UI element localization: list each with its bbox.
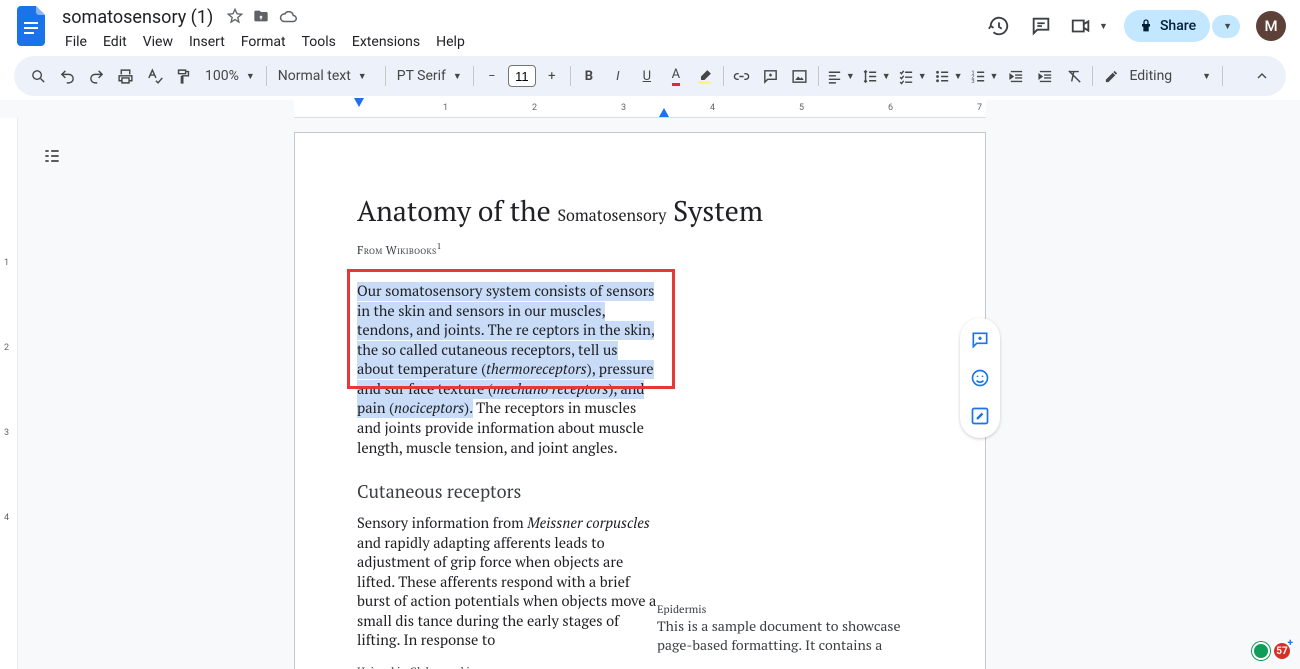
ruler-tick: 5	[799, 103, 804, 113]
italic-button[interactable]: I	[604, 62, 632, 90]
move-icon[interactable]	[253, 8, 269, 26]
page[interactable]: Anatomy of the Somatosensory System From…	[294, 132, 986, 669]
ruler-tick: 2	[532, 103, 537, 113]
menu-extensions[interactable]: Extensions	[345, 30, 427, 54]
right-indent-handle[interactable]	[659, 108, 669, 117]
numbered-list-button[interactable]: 123▼	[967, 62, 1002, 90]
increase-font-size-button[interactable]: +	[538, 62, 566, 90]
align-button[interactable]: ▼	[823, 62, 858, 90]
redo-icon[interactable]	[82, 62, 110, 90]
document-paragraph[interactable]: Sensory information from Meissner corpus…	[357, 514, 657, 651]
menu-file[interactable]: File	[58, 30, 94, 54]
add-comment-icon[interactable]	[966, 326, 994, 354]
print-icon[interactable]	[111, 62, 139, 90]
insert-comment-button[interactable]	[757, 62, 785, 90]
underline-button[interactable]: U	[633, 62, 661, 90]
title-text: Anatomy of the	[357, 193, 557, 230]
docs-logo-icon[interactable]	[14, 8, 50, 44]
share-dropdown[interactable]: ▼	[1212, 15, 1240, 38]
bulleted-list-button[interactable]: ▼	[931, 62, 966, 90]
document-paragraph[interactable]: Our somatosensory system consists of sen…	[357, 282, 657, 458]
share-label: Share	[1160, 18, 1196, 34]
document-column-2[interactable]: Epidermis This is a sample document to s…	[657, 603, 917, 655]
document-subheading[interactable]: Cutaneous receptors	[357, 480, 923, 504]
highlight-color-button[interactable]	[691, 62, 719, 90]
notification-badge: 57	[1272, 641, 1292, 661]
figure-caption[interactable]: Hairy skin Glabrous skin	[357, 665, 923, 669]
figure-caption: Epidermis	[657, 603, 917, 617]
history-icon[interactable]	[986, 13, 1012, 39]
meet-button[interactable]: ▼	[1070, 15, 1108, 37]
star-icon[interactable]	[227, 8, 243, 26]
decrease-font-size-button[interactable]: −	[478, 62, 506, 90]
menu-edit[interactable]: Edit	[96, 30, 134, 54]
share-button[interactable]: Share	[1124, 10, 1210, 42]
comments-icon[interactable]	[1028, 13, 1054, 39]
paragraph-text: This is a sample document to showcase pa…	[657, 617, 917, 655]
paragraph-style-dropdown[interactable]: Normal text▼	[271, 62, 381, 90]
document-title[interactable]: somatosensory (1)	[58, 7, 217, 28]
ruler-tick: 7	[977, 103, 982, 113]
paragraph-style-value: Normal text	[278, 68, 351, 84]
document-source-line[interactable]: From Wikibooks1	[357, 240, 923, 258]
menu-tools[interactable]: Tools	[295, 30, 343, 54]
account-avatar[interactable]: M	[1256, 11, 1286, 41]
titlebar: somatosensory (1) File Edit View Insert …	[0, 0, 1300, 56]
collapse-toolbar-button[interactable]	[1248, 62, 1276, 90]
selected-text: Our somatosensory system consists of sen…	[357, 282, 654, 418]
status-dot-icon	[1252, 642, 1270, 660]
vertical-ruler[interactable]: 1 2 3 4	[0, 118, 18, 669]
ruler-tick: 4	[710, 103, 715, 113]
title-stack: somatosensory (1) File Edit View Insert …	[58, 6, 472, 54]
explore-widget[interactable]: 57	[1252, 641, 1292, 661]
menu-view[interactable]: View	[136, 30, 180, 54]
line-spacing-button[interactable]: ▼	[859, 62, 894, 90]
insert-link-button[interactable]	[728, 62, 756, 90]
decrease-indent-button[interactable]	[1002, 62, 1030, 90]
search-menus-icon[interactable]	[24, 62, 52, 90]
editing-mode-value: Editing	[1129, 68, 1172, 84]
bold-button[interactable]: B	[575, 62, 603, 90]
font-family-value: PT Serif	[397, 68, 446, 84]
cloud-status-icon[interactable]	[279, 8, 297, 26]
menubar: File Edit View Insert Format Tools Exten…	[58, 30, 472, 54]
font-family-dropdown[interactable]: PT Serif▼	[390, 62, 469, 90]
svg-text:3: 3	[971, 78, 974, 84]
editing-mode-dropdown[interactable]: Editing▼	[1097, 62, 1218, 90]
text-color-button[interactable]: A	[662, 62, 690, 90]
increase-indent-button[interactable]	[1031, 62, 1059, 90]
ruler-tick: 1	[443, 103, 448, 113]
titlebar-actions: ▼ Share ▼ M	[986, 10, 1286, 42]
left-indent-handle[interactable]	[354, 98, 364, 107]
horizontal-ruler[interactable]: 1 2 3 4 5 6 7	[0, 100, 1300, 118]
ruler-tick: 6	[888, 103, 893, 113]
paint-format-icon[interactable]	[169, 62, 197, 90]
font-size-input[interactable]	[508, 65, 536, 87]
toolbar: 100%▼ Normal text▼ PT Serif▼ − + B I U A…	[14, 56, 1286, 96]
menu-format[interactable]: Format	[234, 30, 293, 54]
title-text: System	[666, 193, 763, 230]
zoom-dropdown[interactable]: 100%▼	[198, 62, 262, 90]
comment-rail	[960, 318, 1000, 438]
undo-icon[interactable]	[53, 62, 81, 90]
title-subscript: Somatosensory	[557, 204, 666, 226]
menu-insert[interactable]: Insert	[182, 30, 232, 54]
zoom-value: 100%	[205, 68, 239, 84]
document-heading[interactable]: Anatomy of the Somatosensory System	[357, 193, 923, 230]
document-canvas[interactable]: Anatomy of the Somatosensory System From…	[18, 118, 1300, 669]
emoji-reaction-icon[interactable]	[966, 364, 994, 392]
suggest-edits-icon[interactable]	[966, 402, 994, 430]
clear-formatting-button[interactable]	[1060, 62, 1088, 90]
ruler-tick: 3	[621, 103, 626, 113]
menu-help[interactable]: Help	[429, 30, 472, 54]
insert-image-button[interactable]	[786, 62, 814, 90]
spellcheck-icon[interactable]	[140, 62, 168, 90]
checklist-button[interactable]: ▼	[895, 62, 930, 90]
